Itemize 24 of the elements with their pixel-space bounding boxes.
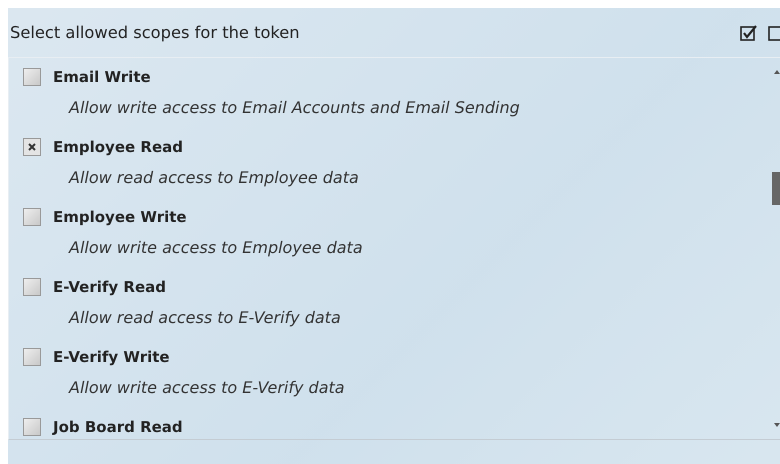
deselect-all-icon[interactable]: [768, 24, 780, 40]
scope-description: Allow read access to Employee data: [67, 167, 360, 189]
scope-name: E-Verify Read: [53, 278, 166, 296]
scope-description: Allow write access to E-Verify data: [67, 377, 346, 399]
checkbox[interactable]: [23, 278, 41, 296]
panel-title: Select allowed scopes for the token: [10, 23, 301, 42]
select-all-icon[interactable]: [740, 24, 758, 40]
scope-name: Employee Read: [53, 138, 183, 156]
scope-name: Employee Write: [53, 208, 187, 226]
scrollbar-thumb[interactable]: [772, 172, 780, 205]
scope-description: Allow read access to E-Verify data: [67, 307, 342, 329]
checkbox[interactable]: [23, 348, 41, 366]
checkbox[interactable]: [23, 418, 41, 436]
scope-name: Job Board Read: [53, 418, 183, 436]
checkbox[interactable]: [23, 208, 41, 226]
scroll-up-icon[interactable]: [774, 70, 780, 74]
checkbox[interactable]: [23, 138, 41, 156]
scope-description: Allow write access to Email Accounts and Email Sending: [67, 97, 521, 119]
scope-name: E-Verify Write: [53, 348, 170, 366]
checkbox[interactable]: [23, 68, 41, 86]
scroll-down-icon[interactable]: [774, 423, 780, 427]
scope-description: Allow write access to Employee data: [67, 237, 364, 259]
cross-icon: [27, 142, 37, 152]
scope-name: Email Write: [53, 68, 151, 86]
